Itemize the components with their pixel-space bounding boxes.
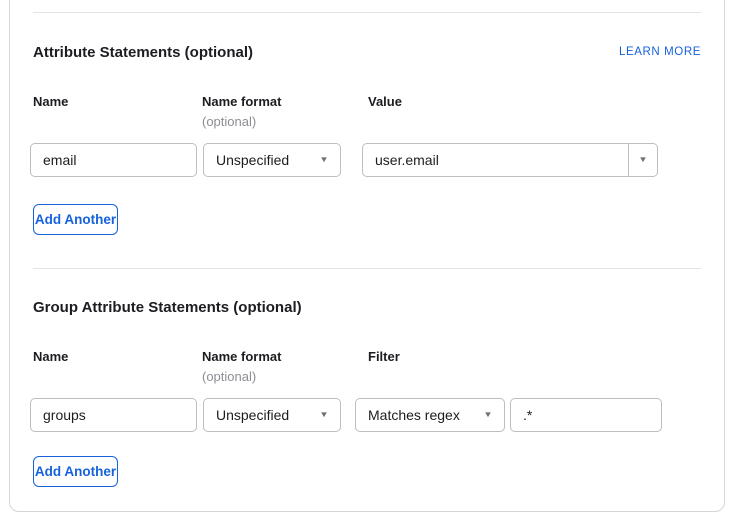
section-divider [33, 268, 701, 269]
group-attribute-statements-header: Group Attribute Statements (optional) [33, 299, 701, 317]
attribute-name-input[interactable] [30, 143, 197, 177]
column-header-value: Value [368, 94, 402, 109]
name-format-optional-note: (optional) [202, 114, 256, 129]
column-header-filter: Filter [368, 349, 400, 364]
saml-settings-card: Attribute Statements (optional) LEARN MO… [9, 0, 725, 512]
attribute-value-dropdown-button[interactable]: ▼ [628, 144, 657, 176]
attribute-optional-note-row: (optional) [33, 114, 701, 129]
attribute-value-input[interactable] [363, 144, 628, 176]
caret-down-icon: ▼ [483, 411, 493, 419]
attribute-name-format-select[interactable]: Unspecified ▼ [203, 143, 341, 177]
filter-type-selected-value: Matches regex [368, 407, 460, 423]
name-format-optional-note: (optional) [202, 369, 256, 384]
group-attribute-name-input[interactable] [30, 398, 197, 432]
caret-down-icon: ▼ [638, 156, 648, 164]
attribute-row: Unspecified ▼ ▼ [33, 143, 701, 177]
attribute-value-combobox: ▼ [362, 143, 658, 177]
column-header-name: Name [33, 349, 68, 364]
add-another-group-attribute-button[interactable]: Add Another [33, 456, 118, 487]
group-filter-value-input[interactable] [510, 398, 662, 432]
group-filter-type-select[interactable]: Matches regex ▼ [355, 398, 505, 432]
section-divider [33, 12, 701, 13]
attribute-column-headers: Name Name format Value [33, 94, 701, 109]
column-header-name: Name [33, 94, 68, 109]
section-title: Group Attribute Statements (optional) [33, 299, 302, 317]
group-name-format-select[interactable]: Unspecified ▼ [203, 398, 341, 432]
attribute-statements-header: Attribute Statements (optional) LEARN MO… [33, 44, 701, 62]
section-title: Attribute Statements (optional) [33, 44, 253, 62]
caret-down-icon: ▼ [319, 411, 329, 419]
name-format-selected-value: Unspecified [216, 407, 289, 423]
group-attribute-optional-note-row: (optional) [33, 369, 701, 384]
add-another-attribute-button[interactable]: Add Another [33, 204, 118, 235]
column-header-name-format: Name format [202, 349, 281, 364]
name-format-selected-value: Unspecified [216, 152, 289, 168]
caret-down-icon: ▼ [319, 156, 329, 164]
column-header-name-format: Name format [202, 94, 281, 109]
group-attribute-row: Unspecified ▼ Matches regex ▼ [33, 398, 701, 432]
learn-more-link[interactable]: LEARN MORE [619, 45, 701, 59]
group-attribute-column-headers: Name Name format Filter [33, 349, 701, 364]
